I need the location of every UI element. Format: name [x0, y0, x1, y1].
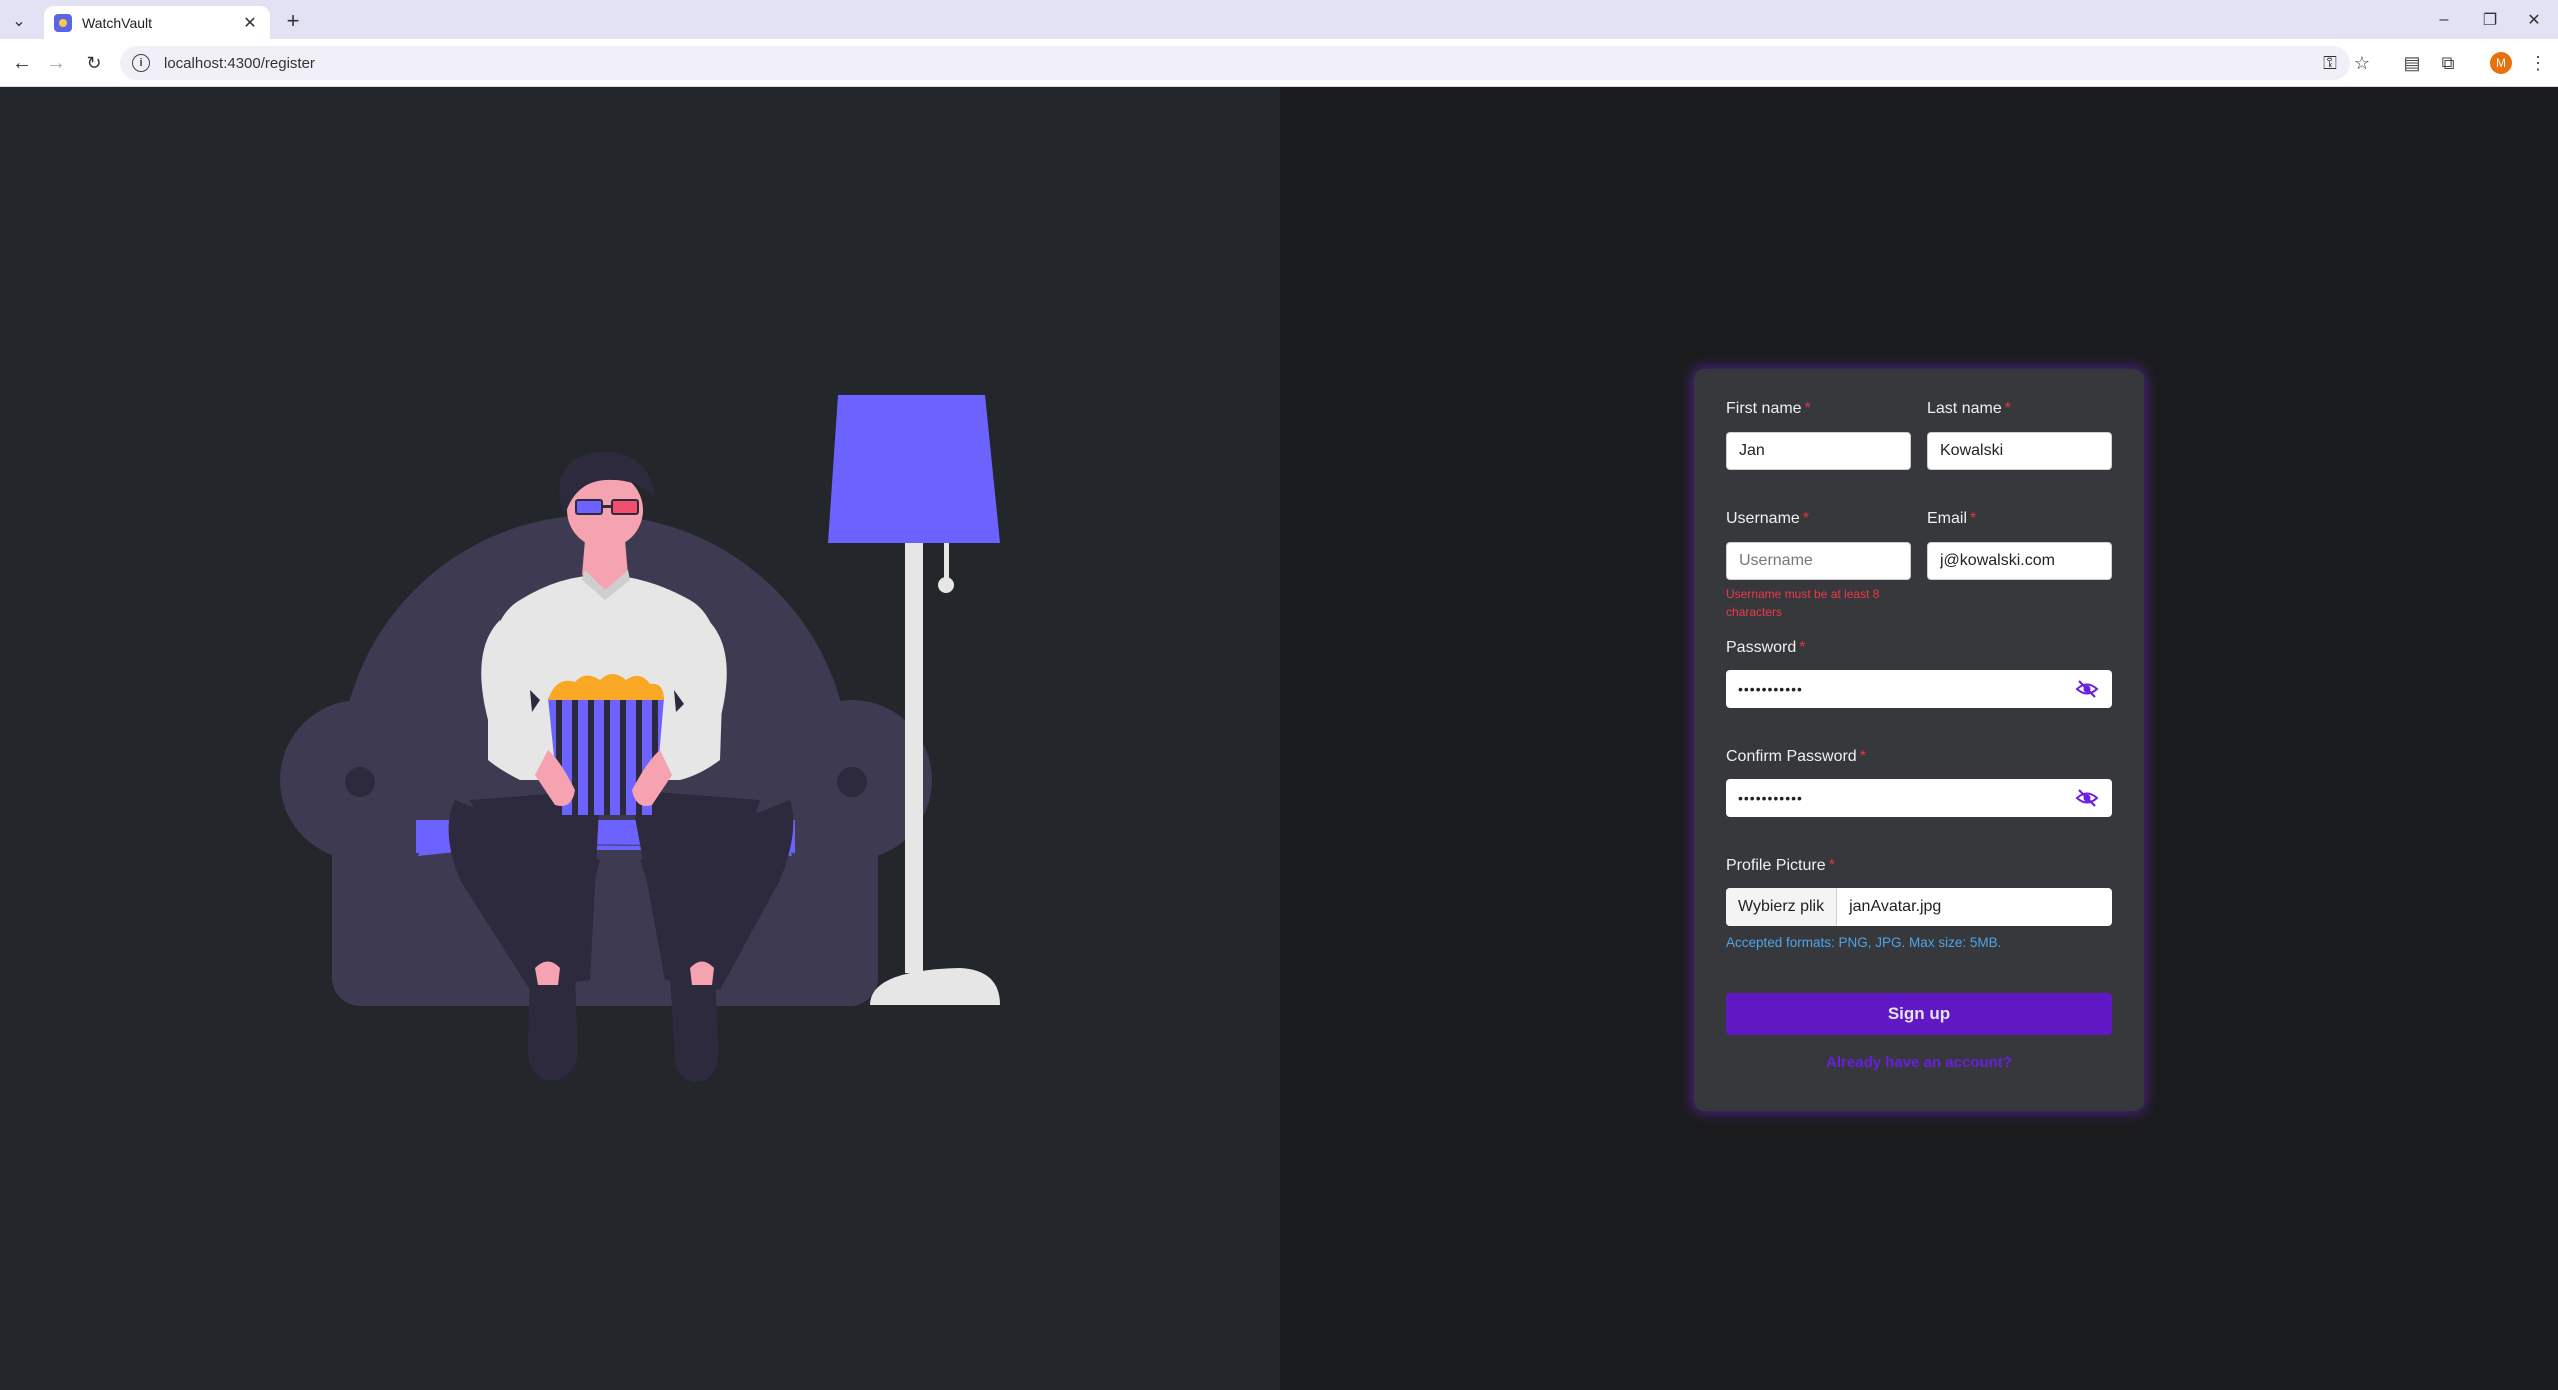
confirm-password-label-text: Confirm Password [1726, 748, 1857, 765]
eye-off-icon[interactable] [2074, 785, 2100, 811]
password-label: Password * [1726, 639, 1805, 657]
username-label-text: Username [1726, 510, 1800, 527]
required-marker: * [1970, 510, 1977, 527]
confirm-password-label: Confirm Password * [1726, 748, 1866, 766]
illustration-panel [0, 87, 1280, 1390]
window-close-icon[interactable]: ✕ [2514, 6, 2554, 34]
email-input[interactable] [1927, 542, 2112, 580]
username-error-message: Username must be at least 8 characters [1726, 587, 1880, 619]
tab-close-icon[interactable]: ✕ [240, 13, 260, 33]
register-form-card: First name* Last name* Username* Usernam… [1694, 369, 2144, 1111]
new-tab-plus-icon[interactable]: + [280, 8, 306, 34]
password-label-text: Password [1726, 639, 1797, 656]
first-name-label: First name * [1726, 400, 1811, 418]
first-name-label-text: First name [1726, 400, 1802, 417]
address-url: localhost:4300/register [164, 54, 315, 72]
required-marker: * [2004, 400, 2011, 417]
reading-list-icon[interactable]: ▤ [2398, 49, 2426, 77]
tab-title: WatchVault [82, 14, 153, 31]
browser-menu-icon[interactable]: ⋮ [2524, 49, 2552, 77]
required-marker: * [1804, 400, 1811, 417]
required-marker: * [1799, 639, 1806, 656]
profile-picture-label-text: Profile Picture [1726, 857, 1826, 874]
extensions-puzzle-icon[interactable]: ⧉ [2434, 49, 2462, 77]
username-input[interactable] [1726, 542, 1911, 580]
selected-file-name: janAvatar.jpg [1849, 898, 1942, 915]
address-bar[interactable]: i localhost:4300/register [120, 46, 2350, 80]
forward-arrow-icon[interactable]: → [42, 49, 70, 77]
browser-tab[interactable]: WatchVault ✕ [44, 6, 270, 39]
eye-off-icon[interactable] [2074, 676, 2100, 702]
password-input[interactable]: ••••••••••• [1726, 670, 2112, 708]
profile-picture-file-input[interactable]: Wybierz plik janAvatar.jpg [1726, 888, 2112, 926]
password-key-icon[interactable]: ⚿ [2316, 46, 2344, 80]
restore-icon[interactable]: ❐ [2470, 6, 2510, 34]
minimize-icon[interactable]: – [2424, 6, 2464, 34]
first-name-input[interactable] [1726, 432, 1911, 470]
login-link[interactable]: Already have an account? [1694, 1054, 2144, 1071]
required-marker: * [1802, 510, 1810, 527]
last-name-label-text: Last name [1927, 400, 2002, 417]
watchvault-favicon-icon [54, 13, 72, 32]
email-label-text: Email [1927, 510, 1968, 527]
profile-picture-hint: Accepted formats: PNG, JPG. Max size: 5M… [1726, 935, 2002, 950]
password-masked-value: ••••••••••• [1738, 681, 1803, 697]
last-name-label: Last name * [1927, 400, 2011, 418]
reload-icon[interactable]: ↻ [80, 49, 108, 77]
email-label: Email * [1927, 510, 1976, 528]
back-arrow-icon[interactable]: ← [8, 49, 36, 77]
site-info-icon[interactable]: i [132, 54, 150, 72]
confirm-password-input[interactable]: ••••••••••• [1726, 779, 2112, 817]
required-marker: * [1828, 857, 1835, 874]
choose-file-button[interactable]: Wybierz plik [1726, 888, 1838, 926]
sign-up-button[interactable]: Sign up [1726, 993, 2112, 1035]
required-marker: * [1859, 748, 1866, 765]
person-watching-movie-illustration [280, 395, 1000, 1082]
browser-toolbar: ← → ↻ i localhost:4300/register ⚿ ☆ ▤ ⧉ … [0, 39, 2558, 87]
profile-picture-label: Profile Picture * [1726, 857, 1835, 875]
confirm-password-masked-value: ••••••••••• [1738, 790, 1803, 806]
browser-tab-bar: ⌄ WatchVault ✕ + – ❐ ✕ [0, 0, 2558, 39]
profile-avatar[interactable]: M [2490, 52, 2512, 74]
bookmark-star-icon[interactable]: ☆ [2348, 46, 2376, 80]
tab-search-chevron-icon[interactable]: ⌄ [6, 8, 32, 34]
username-label: Username * [1726, 510, 1809, 528]
last-name-input[interactable] [1927, 432, 2112, 470]
